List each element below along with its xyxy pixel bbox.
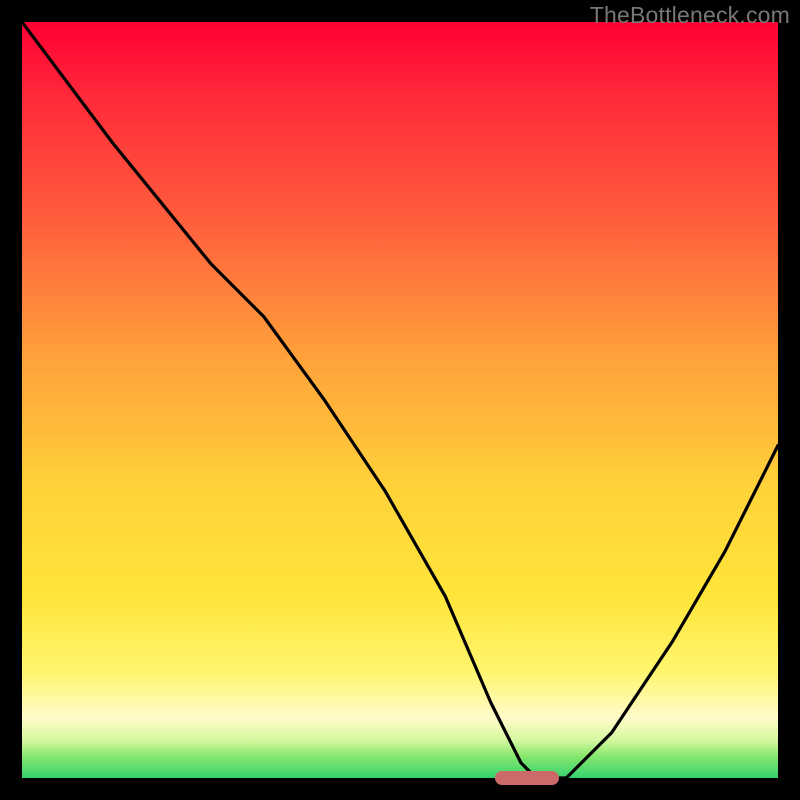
chart-frame: TheBottleneck.com (0, 0, 800, 800)
plot-area (22, 22, 778, 778)
watermark-text: TheBottleneck.com (590, 2, 790, 29)
optimal-range-marker (495, 771, 559, 785)
bottleneck-curve (22, 22, 778, 778)
